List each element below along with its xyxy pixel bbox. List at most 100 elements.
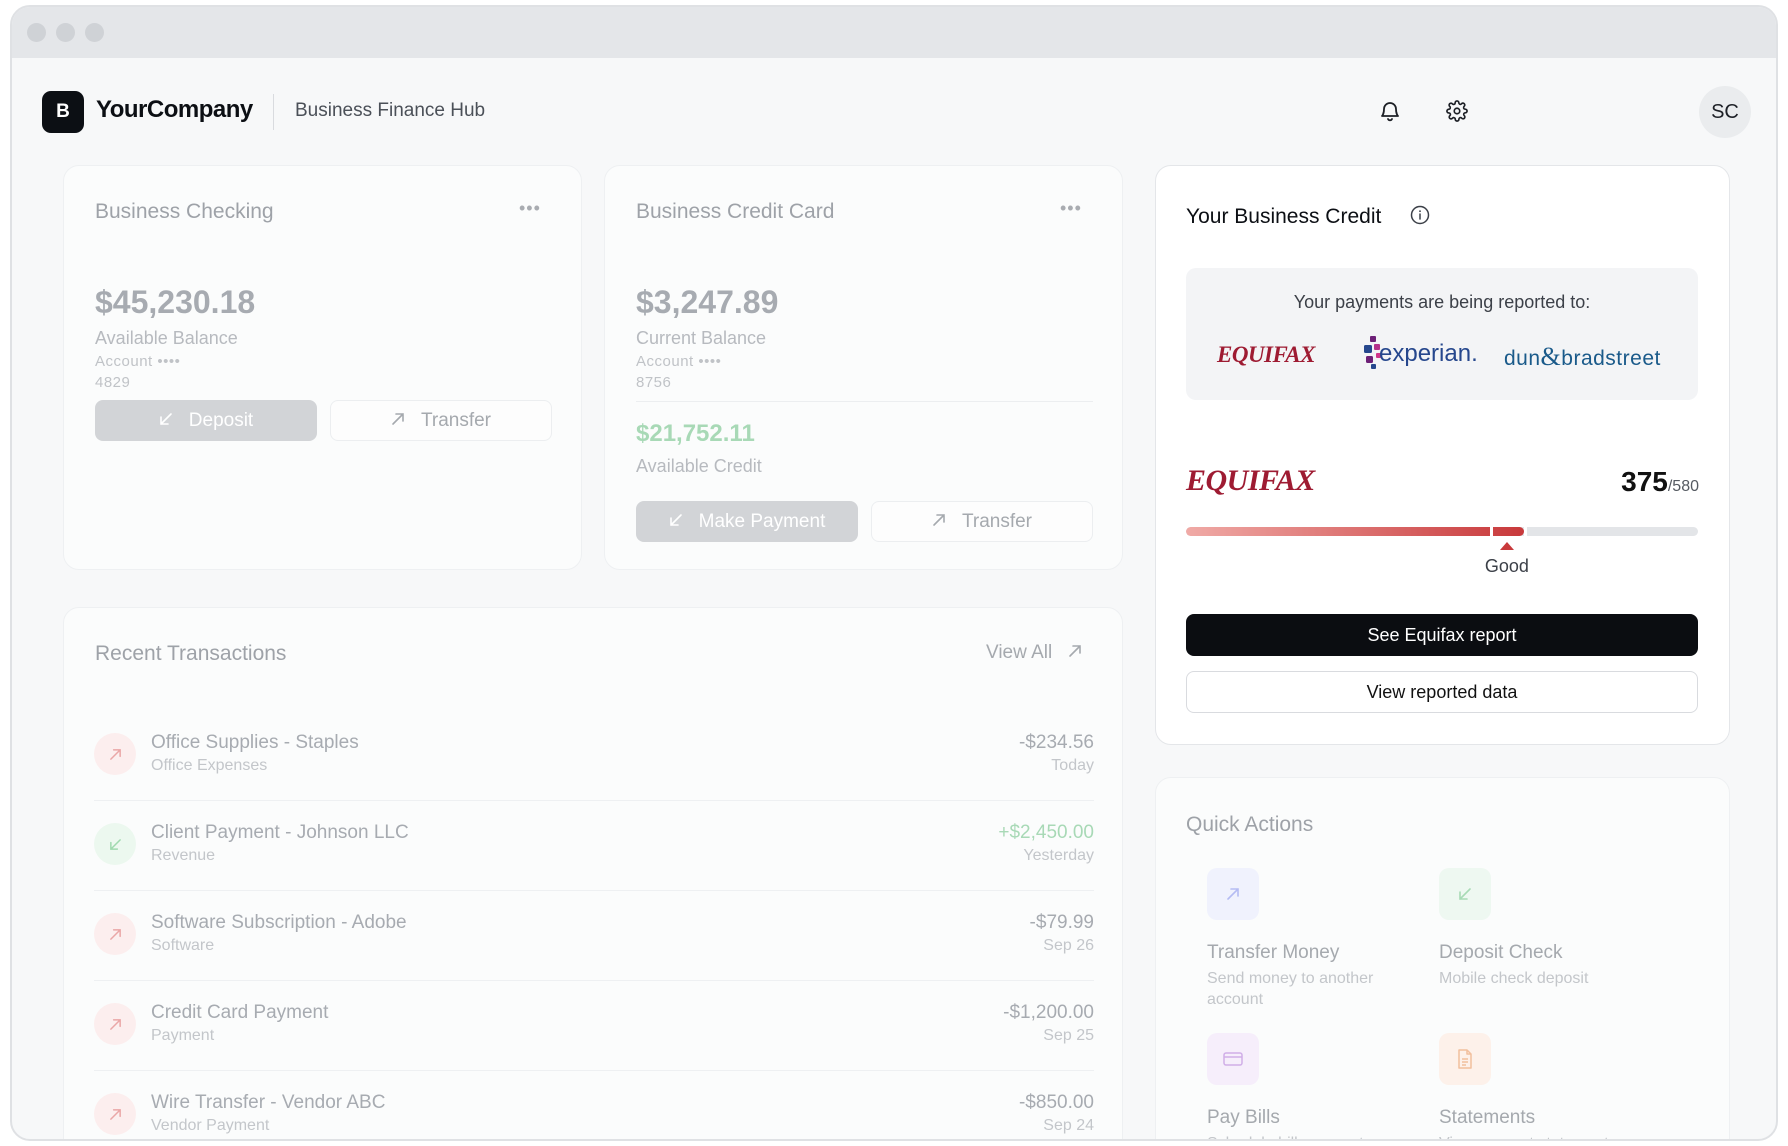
credit-card-more-button[interactable]: •••: [1060, 198, 1082, 219]
arrow-up-right-icon: [391, 410, 405, 432]
checking-transfer-label: Transfer: [420, 409, 492, 431]
transaction-name: Client Payment - Johnson LLC: [151, 822, 409, 843]
transaction-category: Software: [151, 937, 215, 954]
view-reported-data-button[interactable]: View reported data: [1186, 671, 1698, 713]
score-bar-separator: [1523, 527, 1527, 536]
quick-action-statements[interactable]: Statements View account statements: [1439, 1033, 1659, 1139]
checking-balance: $45,230.18: [95, 284, 256, 320]
transaction-name: Wire Transfer - Vendor ABC: [151, 1092, 386, 1113]
transaction-category: Revenue: [151, 847, 216, 864]
quick-action-title: Deposit Check: [1439, 942, 1563, 963]
transaction-date: Sep 26: [1043, 937, 1094, 954]
checking-more-button[interactable]: •••: [519, 198, 541, 219]
transaction-row[interactable]: Office Supplies - Staples Office Expense…: [94, 711, 1094, 801]
score-value: 375: [1621, 466, 1668, 497]
company-logo[interactable]: B: [42, 91, 84, 133]
hub-title: Business Finance Hub: [295, 100, 486, 121]
arrow-up-right-icon: [1207, 868, 1259, 920]
score-provider-logo: EQUIFAX: [1186, 464, 1315, 497]
experian-wordmark: experian.: [1379, 340, 1478, 367]
transaction-row[interactable]: Wire Transfer - Vendor ABC Vendor Paymen…: [94, 1071, 1094, 1139]
arrow-up-right-icon: [94, 1093, 136, 1135]
quick-action-pay-bills[interactable]: Pay Bills Schedule bill payments: [1207, 1033, 1427, 1139]
available-credit-label: Available Credit: [636, 456, 762, 476]
quick-action-transfer-money[interactable]: Transfer Money Send money to another acc…: [1207, 868, 1427, 1018]
quick-action-deposit-check[interactable]: Deposit Check Mobile check deposit: [1439, 868, 1659, 1018]
make-payment-button[interactable]: Make Payment: [636, 501, 858, 542]
user-avatar[interactable]: SC: [1699, 86, 1751, 138]
checking-account-label: Account ••••: [95, 353, 181, 370]
deposit-label: Deposit: [188, 409, 254, 431]
document-icon: [1439, 1033, 1491, 1085]
quick-action-desc: View account statements: [1439, 1133, 1639, 1139]
credit-card-transfer-button[interactable]: Transfer: [871, 501, 1093, 542]
transaction-date: Sep 25: [1043, 1027, 1094, 1044]
deposit-button[interactable]: Deposit: [95, 400, 317, 441]
quick-action-desc: Schedule bill payments: [1207, 1133, 1407, 1139]
quick-action-title: Statements: [1439, 1107, 1536, 1128]
credit-card-title: Business Credit Card: [636, 200, 835, 223]
view-all-link[interactable]: View All: [986, 642, 1082, 664]
transaction-amount: -$850.00: [1018, 1092, 1094, 1113]
transaction-row[interactable]: Client Payment - Johnson LLC Revenue +$2…: [94, 801, 1094, 891]
checking-transfer-button[interactable]: Transfer: [330, 400, 552, 441]
transaction-name: Office Supplies - Staples: [151, 732, 359, 753]
transaction-name: Software Subscription - Adobe: [151, 912, 407, 933]
arrow-down-left-icon: [159, 410, 173, 432]
transaction-category: Vendor Payment: [151, 1117, 270, 1134]
transaction-category: Payment: [151, 1027, 215, 1044]
checking-card: Business Checking ••• $45,230.18 Availab…: [63, 165, 582, 570]
checking-balance-label: Available Balance: [95, 328, 238, 348]
credit-card-divider: [636, 401, 1093, 402]
business-credit-title: Your Business Credit: [1186, 205, 1382, 228]
checking-account-last4: 4829: [95, 374, 131, 391]
see-equifax-report-button[interactable]: See Equifax report: [1186, 614, 1698, 656]
transaction-date: Today: [1051, 757, 1094, 774]
transaction-name: Credit Card Payment: [151, 1002, 329, 1023]
transaction-amount: -$234.56: [1018, 732, 1094, 753]
app-header: B YourCompany Business Finance Hub SC: [12, 58, 1776, 158]
transaction-amount: -$1,200.00: [1003, 1002, 1094, 1023]
bell-icon[interactable]: [1373, 94, 1407, 128]
dnb-right: bradstreet: [1561, 347, 1661, 370]
transaction-row[interactable]: Credit Card Payment Payment -$1,200.00 S…: [94, 981, 1094, 1071]
arrow-up-right-icon: [94, 1003, 136, 1045]
available-credit-amount: $21,752.11: [636, 420, 755, 447]
header-divider: [273, 94, 274, 130]
transaction-date: Yesterday: [1023, 847, 1094, 864]
quick-action-desc: Mobile check deposit: [1439, 970, 1589, 987]
dnb-left: dun: [1504, 347, 1541, 370]
window-titlebar: [12, 7, 1776, 58]
score-max: /580: [1667, 478, 1699, 495]
arrow-down-left-icon: [94, 823, 136, 865]
score-bar-separator: [1489, 527, 1493, 536]
transaction-amount: -$79.99: [1029, 912, 1094, 933]
transaction-category: Office Expenses: [151, 757, 268, 774]
transaction-date: Sep 24: [1043, 1117, 1094, 1134]
transactions-card: Recent Transactions View All Office Supp…: [63, 607, 1123, 1139]
score-bar-fill: [1186, 527, 1524, 536]
gear-icon[interactable]: [1440, 94, 1474, 128]
credit-card-card: Business Credit Card ••• $3,247.89 Curre…: [604, 165, 1123, 570]
dun-bradstreet-logo: dun&bradstreet: [1504, 342, 1661, 372]
arrow-up-right-icon: [94, 913, 136, 955]
card-icon: [1207, 1033, 1259, 1085]
window-maximize-dot[interactable]: [85, 23, 104, 42]
quick-action-title: Pay Bills: [1207, 1107, 1280, 1128]
credit-score: 375/580: [1621, 466, 1699, 498]
quick-action-title: Transfer Money: [1207, 942, 1340, 963]
arrow-down-left-icon: [1439, 868, 1491, 920]
info-icon[interactable]: [1410, 205, 1430, 230]
credit-card-account-label: Account ••••: [636, 353, 722, 370]
window-close-dot[interactable]: [27, 23, 46, 42]
company-name: YourCompany: [96, 96, 253, 123]
equifax-logo: EQUIFAX: [1217, 342, 1315, 367]
score-rating: Good: [1484, 556, 1529, 576]
window-minimize-dot[interactable]: [56, 23, 75, 42]
quick-actions-title: Quick Actions: [1186, 813, 1314, 836]
score-marker-icon: [1499, 542, 1514, 550]
credit-card-balance-label: Current Balance: [636, 328, 767, 348]
credit-card-transfer-label: Transfer: [961, 510, 1033, 532]
transaction-row[interactable]: Software Subscription - Adobe Software -…: [94, 891, 1094, 981]
arrow-up-right-icon: [932, 511, 946, 533]
